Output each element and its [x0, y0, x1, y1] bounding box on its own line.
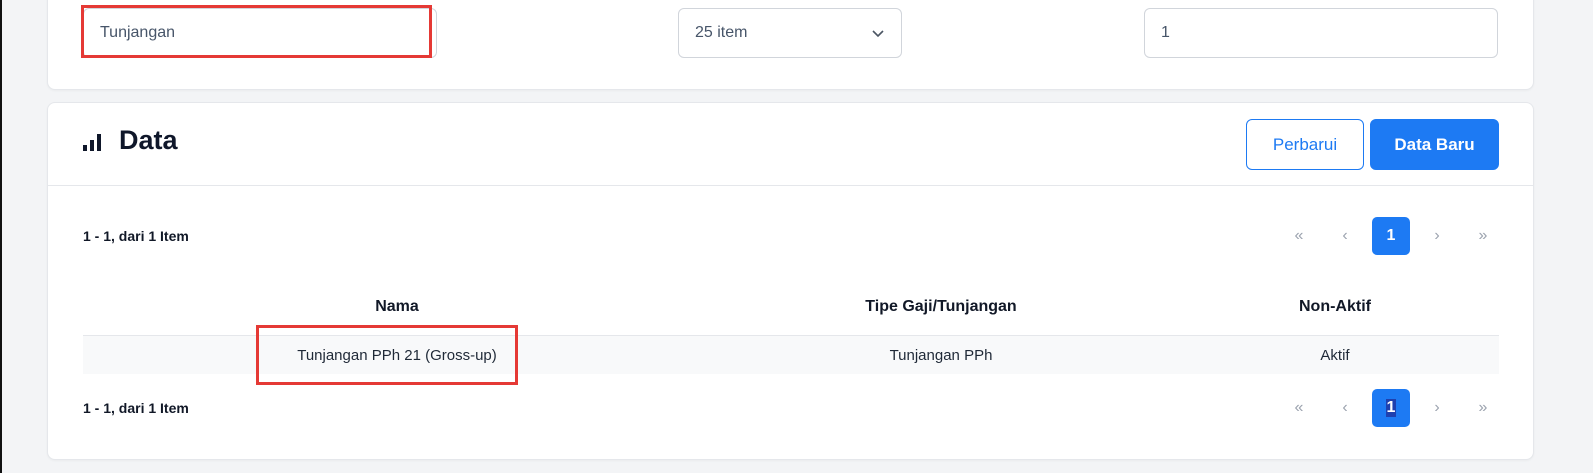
- page-button-current[interactable]: 1: [1372, 217, 1410, 255]
- column-header-nonaktif[interactable]: Non-Aktif: [1171, 279, 1499, 335]
- page-button-current[interactable]: 1: [1372, 389, 1410, 427]
- next-page-button[interactable]: ›: [1414, 389, 1460, 427]
- last-page-button[interactable]: »: [1460, 217, 1506, 255]
- data-panel-header: Data Perbarui Data Baru: [48, 103, 1533, 186]
- page-size-select[interactable]: 25 item: [678, 8, 902, 58]
- selected-page-text: 1: [1385, 399, 1397, 417]
- pagination-top: « ‹ 1 › »: [1276, 217, 1506, 255]
- filter-panel: Tunjangan 25 item 1: [47, 0, 1534, 90]
- cell-tipe: Tunjangan PPh: [889, 347, 993, 364]
- table-header: Nama Tipe Gaji/Tunjangan Non-Aktif: [83, 279, 1499, 335]
- data-title: Data: [119, 125, 178, 155]
- first-page-button[interactable]: «: [1276, 389, 1322, 427]
- cell-nama: Tunjangan PPh 21 (Gross-up): [297, 347, 497, 364]
- prev-page-button[interactable]: ‹: [1322, 389, 1368, 427]
- name-filter-value: Tunjangan: [100, 24, 176, 41]
- page-size-value: 25 item: [695, 24, 748, 41]
- first-page-button[interactable]: «: [1276, 217, 1322, 255]
- bar-chart-icon: [83, 131, 103, 151]
- new-data-button[interactable]: Data Baru: [1370, 119, 1499, 170]
- page-title: Data: [83, 125, 178, 156]
- pagination-bottom: « ‹ 1 › »: [1276, 389, 1506, 427]
- prev-page-button[interactable]: ‹: [1322, 217, 1368, 255]
- refresh-button[interactable]: Perbarui: [1246, 119, 1364, 170]
- table-row[interactable]: Tunjangan PPh 21 (Gross-up) Tunjangan PP…: [83, 335, 1499, 374]
- cell-status: Aktif: [1320, 347, 1350, 364]
- data-panel: Data Perbarui Data Baru 1 - 1, dari 1 It…: [47, 102, 1534, 460]
- chevron-down-icon: [872, 30, 884, 38]
- page-number-input[interactable]: 1: [1144, 8, 1498, 58]
- window-edge: [0, 0, 2, 473]
- pagination-summary-bottom: 1 - 1, dari 1 Item: [83, 400, 189, 416]
- name-filter-input[interactable]: Tunjangan: [83, 8, 437, 58]
- column-header-nama[interactable]: Nama: [83, 279, 711, 335]
- column-header-tipe[interactable]: Tipe Gaji/Tunjangan: [711, 279, 1171, 335]
- page-number-value: 1: [1161, 24, 1170, 41]
- pagination-summary-top: 1 - 1, dari 1 Item: [83, 228, 189, 244]
- next-page-button[interactable]: ›: [1414, 217, 1460, 255]
- last-page-button[interactable]: »: [1460, 389, 1506, 427]
